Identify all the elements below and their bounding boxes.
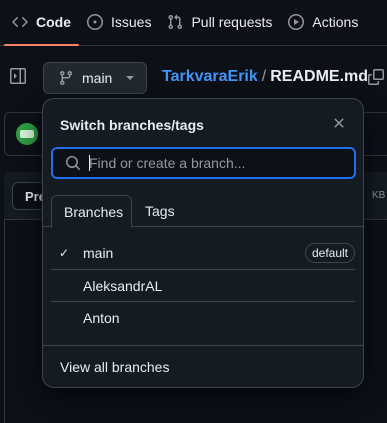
branch-search-input[interactable] bbox=[89, 155, 349, 171]
dialog-title: Switch branches/tags bbox=[60, 117, 204, 133]
branch-search-field[interactable] bbox=[51, 147, 356, 179]
tab-branches[interactable]: Branches bbox=[51, 195, 132, 228]
dialog-footer: View all branches bbox=[43, 345, 363, 387]
avatar[interactable] bbox=[16, 123, 38, 145]
sidebar-collapse-icon[interactable] bbox=[10, 68, 28, 86]
play-icon bbox=[288, 14, 305, 30]
breadcrumb-file-name: README.md bbox=[270, 68, 369, 85]
repo-nav: Code Issues Pull requests Actions bbox=[0, 0, 387, 46]
tab-actions[interactable]: Actions bbox=[280, 0, 366, 44]
tab-code[interactable]: Code bbox=[4, 0, 79, 46]
tab-pull-requests[interactable]: Pull requests bbox=[159, 0, 280, 44]
branch-name: main bbox=[83, 245, 114, 261]
breadcrumb-separator: / bbox=[261, 68, 267, 85]
copy-path-icon[interactable] bbox=[368, 69, 386, 87]
branch-item-aleksandral[interactable]: AleksandrAL bbox=[51, 269, 355, 301]
code-icon bbox=[12, 14, 28, 30]
branch-item-main[interactable]: ✓ main default bbox=[51, 237, 355, 269]
close-icon[interactable] bbox=[331, 115, 347, 131]
branch-name: AleksandrAL bbox=[83, 277, 163, 294]
tab-label: Code bbox=[36, 14, 71, 30]
tab-tags[interactable]: Tags bbox=[133, 195, 187, 228]
tab-label: Pull requests bbox=[191, 14, 273, 30]
breadcrumb-repo-link[interactable]: TarkvaraErik bbox=[162, 68, 258, 85]
branch-tag-tabs: Branches Tags bbox=[43, 195, 363, 228]
branch-list: ✓ main default AleksandrAL Anton bbox=[51, 237, 355, 333]
view-all-branches-link[interactable]: View all branches bbox=[60, 359, 169, 375]
text-cursor bbox=[89, 155, 90, 171]
breadcrumb: TarkvaraErik / README.md bbox=[162, 68, 368, 86]
file-size-text: KB bbox=[372, 190, 386, 201]
default-badge: default bbox=[304, 243, 355, 263]
github-file-page: Code Issues Pull requests Actions main T… bbox=[0, 0, 387, 423]
tab-label: Issues bbox=[111, 14, 152, 30]
issue-opened-icon bbox=[87, 14, 103, 30]
branch-select-button[interactable]: main bbox=[43, 62, 147, 94]
git-pull-request-icon bbox=[167, 14, 183, 30]
search-icon bbox=[66, 156, 81, 171]
caret-down-icon bbox=[126, 76, 135, 80]
branch-item-anton[interactable]: Anton bbox=[51, 301, 355, 333]
tab-label: Actions bbox=[312, 14, 359, 30]
branch-switcher-dialog: Switch branches/tags Branches Tags ✓ mai… bbox=[42, 98, 364, 388]
git-branch-icon bbox=[59, 71, 72, 86]
current-branch-label: main bbox=[82, 70, 113, 86]
branch-name: Anton bbox=[83, 309, 120, 326]
check-icon: ✓ bbox=[59, 246, 70, 260]
tab-issues[interactable]: Issues bbox=[79, 0, 159, 44]
